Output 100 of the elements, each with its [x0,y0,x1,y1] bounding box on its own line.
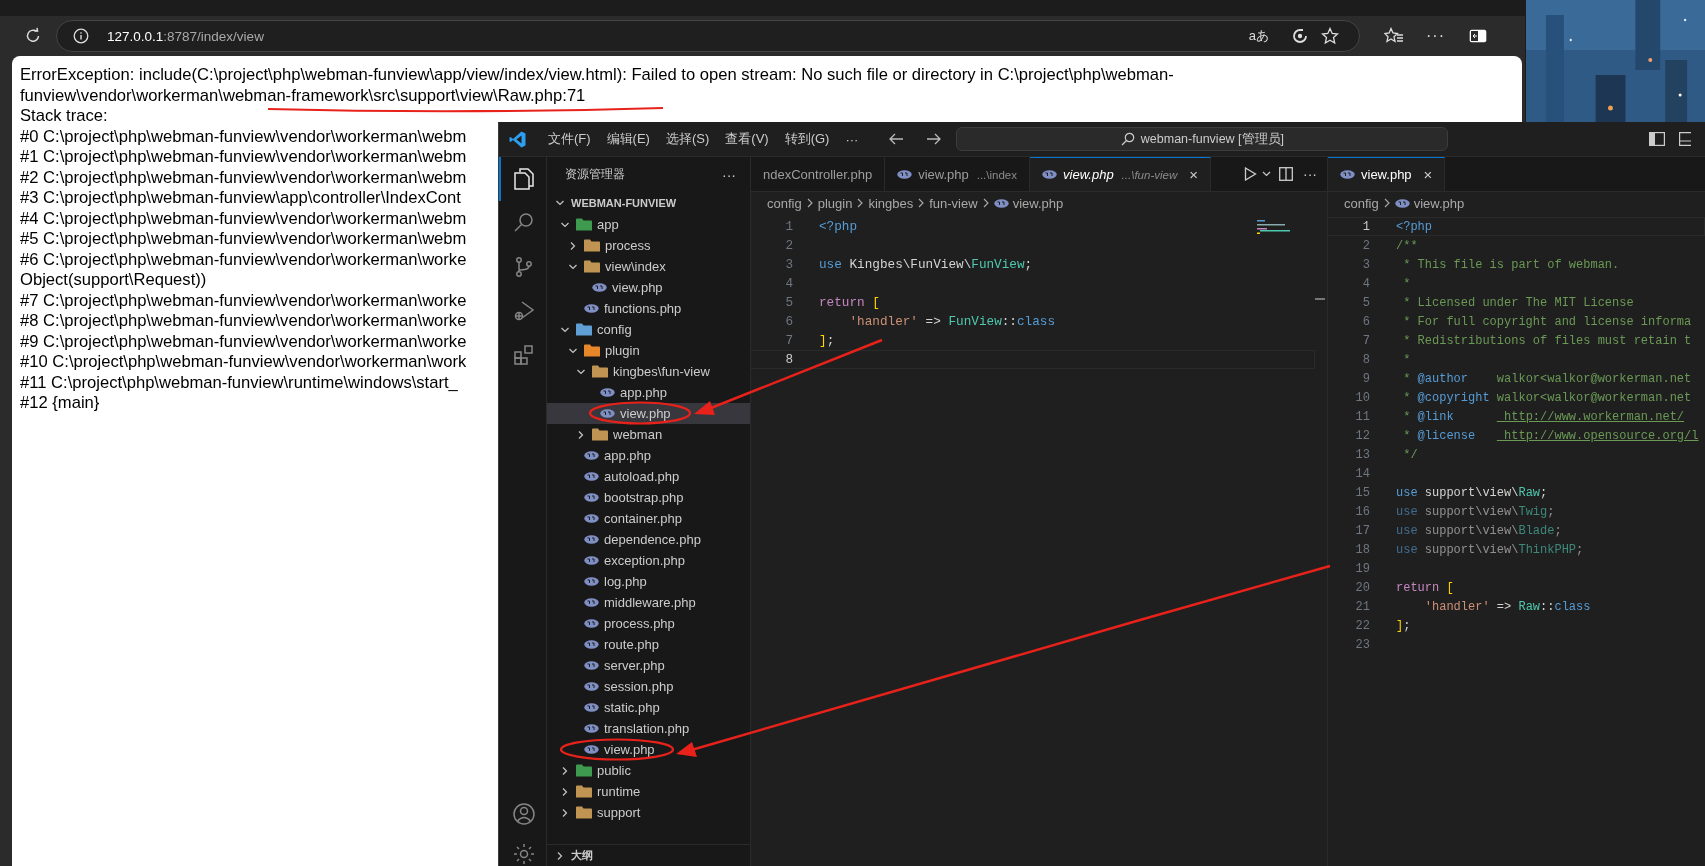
sidebar-icon[interactable] [1469,29,1487,43]
line-number: 16 [1354,504,1370,519]
explorer-title: 资源管理器 [565,167,625,182]
file-item[interactable]: view.php [547,739,750,760]
code-line: * @author walkor<walkor@workerman.net [1402,371,1692,386]
breadcrumb-item[interactable]: view.php [1413,195,1465,211]
folder-item[interactable]: webman [547,424,750,445]
file-item[interactable]: log.php [547,571,750,592]
favorites-icon[interactable] [1384,27,1404,45]
breadcrumb-item[interactable]: kingbes [868,195,914,211]
breadcrumb-item[interactable]: fun-view [929,195,978,211]
file-item[interactable]: translation.php [547,718,750,739]
folder-item[interactable]: public [547,760,750,781]
menu-item[interactable]: 文件(F) [540,130,599,148]
line-number: 11 [1354,409,1370,424]
file-item[interactable]: app.php [547,445,750,466]
line-number: 18 [1354,542,1370,557]
file-icon [584,598,599,607]
star-icon[interactable] [1321,27,1339,45]
breadcrumb-item[interactable]: plugin [817,195,853,211]
outline-section-header[interactable]: 大纲 [547,844,750,866]
file-item[interactable]: autoload.php [547,466,750,487]
chevron-icon[interactable] [555,198,565,208]
file-item[interactable]: session.php [547,676,750,697]
chevron-icon[interactable] [568,240,578,251]
file-item[interactable]: server.php [547,655,750,676]
file-item[interactable]: exception.php [547,550,750,571]
chevron-icon[interactable] [560,786,570,797]
code-line: 'handler' => Raw::class [1423,599,1591,614]
folder-item[interactable]: runtime [547,781,750,802]
layout-sidebar-icon[interactable] [1649,132,1665,146]
command-center[interactable]: webman-funview [管理员] [956,127,1449,151]
folder-item[interactable]: kingbes\fun-view [547,361,750,382]
line-number: 4 [784,276,793,291]
stack-trace-heading: Stack trace: [20,106,108,127]
reload-icon[interactable] [24,27,42,45]
run-icon[interactable] [1244,167,1257,181]
chevron-icon[interactable] [560,807,570,818]
file-icon [592,283,607,292]
folder-item[interactable]: plugin [547,340,750,361]
layout-panel-icon[interactable] [1679,132,1691,146]
back-arrow-icon[interactable] [888,132,905,146]
minimap-drawing[interactable] [1257,220,1293,234]
read-aloud-button[interactable]: aあ [1248,27,1269,45]
breadcrumb-item[interactable]: view.php [1012,195,1064,211]
file-item[interactable]: middleware.php [547,592,750,613]
folder-item[interactable]: config [547,319,750,340]
refresh-circle-icon[interactable] [1291,27,1309,45]
line-number: 8 [784,352,793,367]
stack-trace-line: #7 C:\project\php\webman-funview\vendor\workerman\worke [20,290,467,311]
chevron-icon[interactable] [576,429,586,440]
editor-tab[interactable]: ndexController.php [751,157,886,191]
stack-trace-line: #2 C:\project\php\webman-funview\vendor\workerman\webm [20,167,467,188]
file-item[interactable]: static.php [547,697,750,718]
code-line: * This file is part of webman. [1402,257,1620,272]
code-line: * @link http://www.workerman.net/ [1402,409,1685,424]
folder-item[interactable]: app [547,214,750,235]
breadcrumb-item[interactable]: config [767,195,802,211]
menu-item[interactable]: 编辑(E) [598,130,658,148]
file-item[interactable]: route.php [547,634,750,655]
line-number: 13 [1354,447,1370,462]
more-button[interactable]: ··· [722,166,736,183]
line-number: 12 [1354,428,1370,443]
stack-trace-line: #6 C:\project\php\webman-funview\vendor\workerman\worke [20,249,467,270]
code-line: return [ [819,295,880,310]
file-item[interactable]: view.php [547,277,750,298]
folder-item[interactable]: process [547,235,750,256]
search-icon [1120,132,1135,146]
folder-item[interactable]: view\index [547,256,750,277]
address-field[interactable]: 127.0.0.1:8787/index/view aあ [56,20,1360,52]
file-item[interactable]: app.php [547,382,750,403]
url-text: 127.0.0.1:8787/index/view [107,28,264,44]
caret-icon[interactable] [1262,171,1271,177]
forward-arrow-icon[interactable] [926,132,943,146]
more-button[interactable]: ··· [1426,27,1445,45]
file-icon [584,451,599,460]
info-icon[interactable] [73,28,89,44]
menu-item[interactable]: 查看(V) [717,130,777,148]
file-item[interactable]: functions.php [547,298,750,319]
file-item[interactable]: dependence.php [547,529,750,550]
line-number: 5 [784,295,793,310]
menu-item[interactable]: 转到(G) [776,130,838,148]
editor-tab[interactable]: view.php × [1328,157,1446,191]
close-button[interactable]: × [1423,166,1433,183]
breadcrumb-item[interactable]: config [1344,195,1379,211]
close-button[interactable]: × [1189,166,1198,183]
file-item[interactable]: bootstrap.php [547,487,750,508]
file-icon [584,724,599,733]
editor-tab[interactable]: view.php ...\fun-view × [1030,157,1211,191]
split-editor-icon[interactable] [1279,167,1293,181]
file-item[interactable]: container.php [547,508,750,529]
chevron-icon[interactable] [560,765,570,776]
chevron-icon [981,198,990,208]
chevron-icon[interactable] [555,850,565,861]
folder-section-header[interactable]: WEBMAN-FUNVIEW [547,192,750,214]
menu-item[interactable]: 选择(S) [657,130,718,148]
folder-item[interactable]: support [547,802,750,823]
more-button[interactable]: ··· [1303,166,1317,182]
file-item[interactable]: process.php [547,613,750,634]
menu-item[interactable]: ··· [837,131,867,147]
